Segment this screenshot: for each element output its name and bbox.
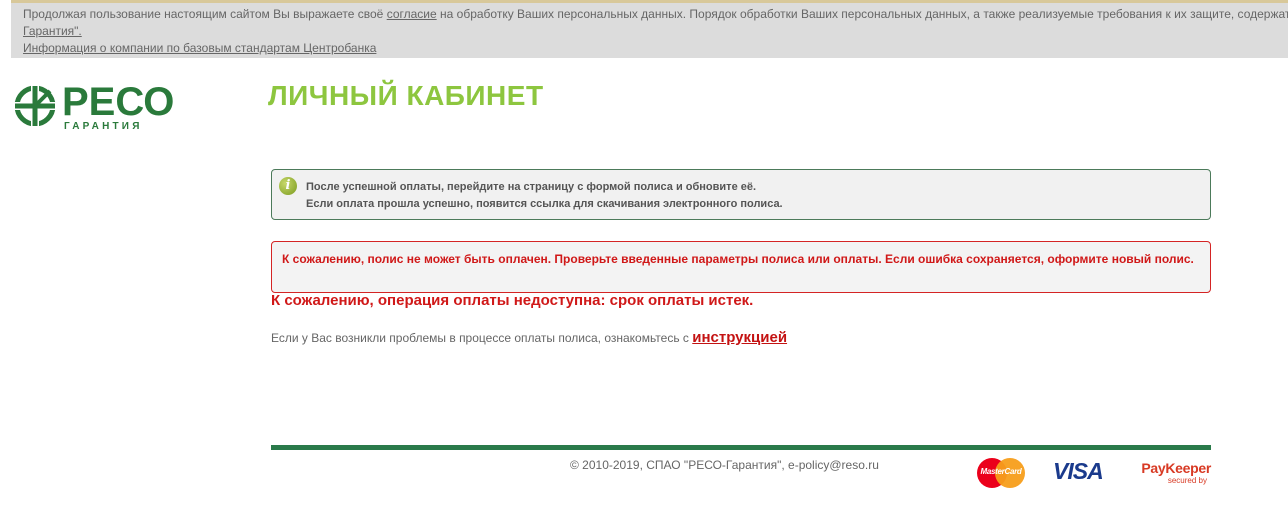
info-line2: Если оплата прошла успешно, появится ссы…	[306, 198, 783, 210]
paykeeper-label: PayKeeper	[1141, 460, 1211, 476]
paykeeper-sub: secured by	[1167, 476, 1207, 485]
footer-copyright: © 2010-2019, СПАО "РЕСО-Гарантия", e-pol…	[570, 458, 879, 472]
expired-message: К сожалению, операция оплаты недоступна:…	[271, 292, 754, 309]
cookie-notice-line2: Гарантия".	[23, 23, 1288, 40]
reso-logo[interactable]: РЕСО ГАРАНТИЯ	[12, 80, 182, 135]
paykeeper-logo: PayKeeper secured by	[1131, 460, 1211, 485]
info-message-text: После успешной оплаты, перейдите на стра…	[306, 179, 783, 213]
company-info-link[interactable]: Информация о компании по базовым стандар…	[23, 41, 376, 55]
mastercard-label: MasterCard	[980, 467, 1022, 476]
info-message-box: i После успешной оплаты, перейдите на ст…	[271, 169, 1211, 220]
page-title: ЛИЧНЫЙ КАБИНЕТ	[268, 80, 544, 111]
visa-logo: VISA	[1053, 458, 1104, 484]
footer-divider	[271, 445, 1211, 450]
logo-subtitle: ГАРАНТИЯ	[64, 121, 143, 132]
mastercard-logo: MasterCard	[977, 458, 1025, 488]
cookie-notice-line1: Продолжая пользование настоящим сайтом В…	[23, 6, 1288, 23]
logo-name: РЕСО	[62, 80, 175, 124]
info-line1: После успешной оплаты, перейдите на стра…	[306, 181, 757, 193]
policy-link[interactable]: Гарантия".	[23, 24, 82, 38]
cookie-notice-bar: Продолжая пользование настоящим сайтом В…	[11, 0, 1288, 58]
help-text: Если у Вас возникли проблемы в процессе …	[271, 329, 787, 346]
info-icon: i	[279, 177, 297, 195]
help-text-body: Если у Вас возникли проблемы в процессе …	[271, 331, 693, 345]
reso-logo-icon	[13, 84, 57, 128]
error-message-text: К сожалению, полис не может быть оплачен…	[282, 252, 1194, 266]
cookie-notice-text-cont: на обработку Ваших персональных данных. …	[440, 7, 1288, 21]
cookie-notice-line3: Информация о компании по базовым стандар…	[23, 40, 1288, 57]
error-message-box: К сожалению, полис не может быть оплачен…	[271, 241, 1211, 293]
instruction-link[interactable]: инструкцией	[692, 329, 787, 346]
consent-link[interactable]: согласие	[387, 7, 437, 21]
cookie-notice-text: Продолжая пользование настоящим сайтом В…	[23, 7, 387, 21]
